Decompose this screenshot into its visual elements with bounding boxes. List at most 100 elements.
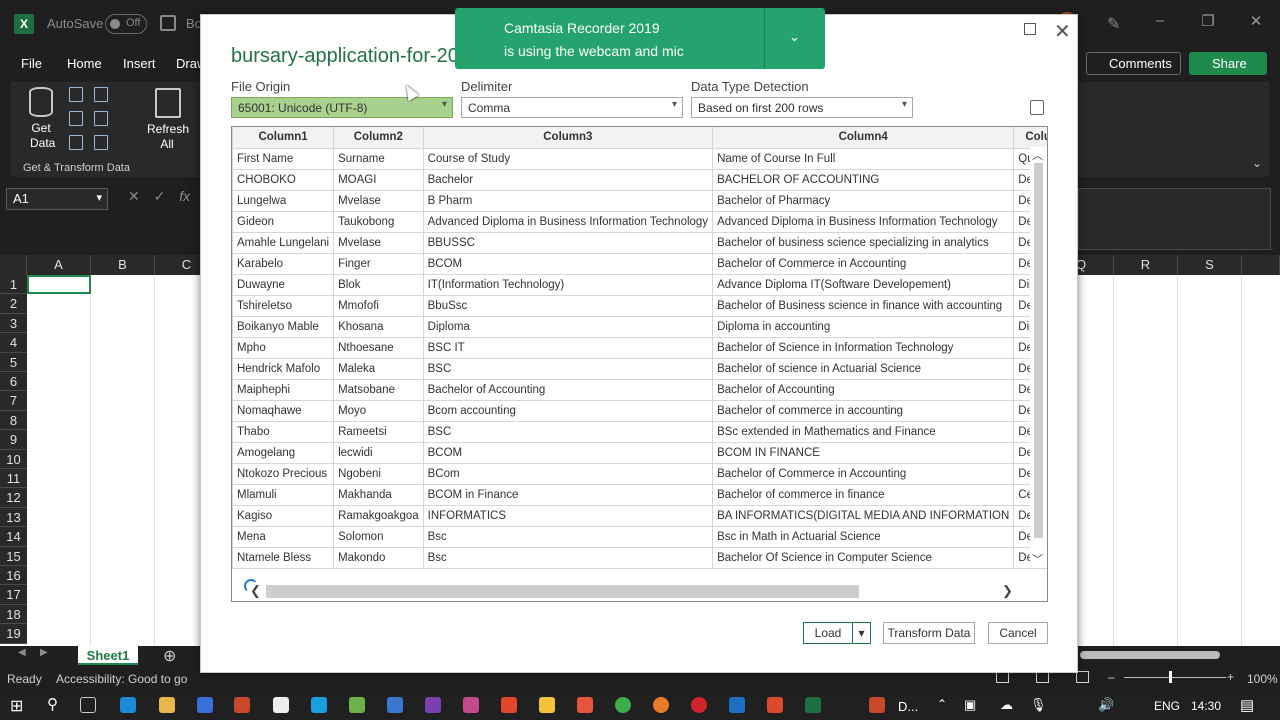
onenote-icon[interactable]	[425, 697, 441, 713]
from-table-icon[interactable]	[69, 111, 83, 126]
row-header[interactable]: 19	[0, 624, 27, 644]
zoom-thumb[interactable]	[1169, 671, 1172, 683]
refresh-all-button[interactable]: Refresh All	[147, 122, 189, 152]
from-web-icon[interactable]	[94, 87, 108, 102]
row-header[interactable]: 18	[0, 604, 27, 625]
row-header[interactable]: 13	[0, 507, 27, 528]
file-explorer-icon[interactable]	[159, 697, 175, 713]
edge-icon[interactable]	[120, 697, 136, 713]
delimiter-select[interactable]: Comma ▾	[461, 97, 683, 118]
autosave-toggle[interactable]: Off	[105, 14, 147, 34]
taskbar-app-label[interactable]: D...	[898, 699, 918, 714]
sheet-tab[interactable]: Sheet1	[78, 646, 138, 665]
file-origin-select[interactable]: 65001: Unicode (UTF-8) ▾	[231, 97, 453, 118]
row-header[interactable]: 10	[0, 449, 27, 469]
row-header[interactable]: 1	[0, 275, 27, 295]
row-header[interactable]: 15	[0, 546, 27, 566]
chevron-right-icon[interactable]: ❯	[1002, 583, 1013, 599]
detection-select[interactable]: Based on first 200 rows ▾	[691, 97, 913, 118]
row-header[interactable]: 9	[0, 430, 27, 450]
chevron-down-icon[interactable]: ⌄	[1252, 156, 1262, 170]
scroll-thumb[interactable]	[1034, 163, 1043, 538]
language-indicator[interactable]: ENG	[1154, 699, 1180, 713]
chevron-down-icon[interactable]: ﹀	[1032, 551, 1043, 567]
column-header[interactable]: Column1	[232, 127, 335, 149]
vertical-scrollbar[interactable]: ︿ ﹀	[1030, 147, 1047, 567]
existing-connections-icon[interactable]	[69, 135, 83, 150]
load-button[interactable]: Load	[803, 622, 853, 644]
restore-icon[interactable]: ❐	[1198, 12, 1218, 30]
app-icon[interactable]	[501, 697, 517, 713]
opera-icon[interactable]	[691, 697, 707, 713]
close-icon[interactable]: ✕	[1054, 19, 1071, 44]
formula-input[interactable]	[1078, 188, 1271, 250]
zoom-level[interactable]: 100%	[1247, 672, 1278, 686]
camera-icon[interactable]: ▣	[964, 697, 976, 713]
chevron-up-icon[interactable]: ︿	[1032, 147, 1043, 163]
get-data-icon[interactable]	[29, 87, 53, 117]
column-header[interactable]: Column3	[422, 127, 714, 149]
share-button[interactable]: Share	[1189, 52, 1267, 75]
volume-icon[interactable]: 🔊	[1098, 697, 1114, 713]
refresh-icon[interactable]	[155, 88, 181, 118]
row-header[interactable]: 6	[0, 372, 27, 392]
row-header[interactable]: 16	[0, 566, 27, 586]
chevron-left-icon[interactable]: ❮	[250, 583, 261, 599]
sticky-notes-icon[interactable]	[539, 697, 555, 713]
windows-start-icon[interactable]: ⊞	[10, 696, 23, 716]
column-header-t[interactable]	[1242, 255, 1280, 275]
pen-icon[interactable]: ✎	[1107, 14, 1120, 34]
row-header[interactable]: 4	[0, 333, 27, 353]
row-header[interactable]: 5	[0, 352, 27, 372]
tab-file[interactable]: File	[21, 56, 42, 71]
chrome-icon[interactable]	[615, 697, 631, 713]
cancel-button[interactable]: Cancel	[988, 622, 1048, 644]
maximize-icon[interactable]	[1024, 23, 1036, 35]
column-header-a[interactable]: A	[27, 255, 91, 275]
refresh-preview-icon[interactable]	[1030, 100, 1044, 115]
row-header[interactable]: 2	[0, 294, 27, 314]
queries-icon[interactable]	[94, 135, 108, 150]
minimize-icon[interactable]: –	[1150, 12, 1170, 29]
app-icon[interactable]	[577, 697, 593, 713]
fx-icon[interactable]: fx	[179, 188, 190, 204]
chevron-up-icon[interactable]: ⌃	[937, 697, 947, 711]
sheet-nav-next-icon[interactable]: ▶	[40, 647, 48, 658]
skype-icon[interactable]	[311, 697, 327, 713]
close-icon[interactable]: ✕	[1246, 12, 1266, 30]
column-header[interactable]: Column4	[712, 127, 1015, 149]
office-icon[interactable]	[234, 697, 250, 713]
outlook-icon[interactable]	[729, 697, 745, 713]
get-data-button[interactable]: Get Data	[30, 121, 55, 151]
chevron-down-icon[interactable]: ⌄	[789, 29, 800, 45]
row-header[interactable]: 8	[0, 410, 27, 431]
store-icon[interactable]	[197, 697, 213, 713]
row-header[interactable]: 14	[0, 527, 27, 547]
row-header[interactable]: 11	[0, 469, 27, 489]
row-header[interactable]: 12	[0, 488, 27, 508]
column-header[interactable]: Column5	[1013, 127, 1047, 149]
comments-button[interactable]: Comments	[1086, 52, 1181, 75]
column-header[interactable]: Column2	[333, 127, 424, 149]
column-header-r[interactable]: R	[1114, 255, 1178, 275]
accessibility-status[interactable]: Accessibility: Good to go	[56, 672, 187, 686]
add-sheet-icon[interactable]: ⊕	[163, 646, 176, 666]
select-all[interactable]	[0, 255, 27, 275]
active-cell[interactable]	[27, 275, 91, 294]
clock[interactable]: 14:30	[1191, 699, 1221, 713]
column-header-b[interactable]: B	[91, 255, 155, 275]
horizontal-scrollbar[interactable]: ❮ ❯	[250, 583, 1030, 600]
app-icon[interactable]	[869, 697, 885, 713]
name-box[interactable]: A1 ▾	[6, 188, 108, 210]
defender-icon[interactable]	[387, 697, 403, 713]
load-dropdown-button[interactable]: ▾	[852, 622, 871, 644]
recorder-notification[interactable]: Camtasia Recorder 2019 is using the webc…	[455, 8, 825, 69]
pdf-icon[interactable]	[273, 697, 289, 713]
row-header[interactable]: 17	[0, 585, 27, 605]
notepad-icon[interactable]	[349, 697, 365, 713]
zoom-out-icon[interactable]: –	[1108, 670, 1115, 684]
tab-home[interactable]: Home	[67, 56, 102, 71]
excel-icon[interactable]	[805, 697, 821, 713]
recent-sources-icon[interactable]	[94, 111, 108, 126]
zoom-slider[interactable]	[1124, 677, 1226, 678]
